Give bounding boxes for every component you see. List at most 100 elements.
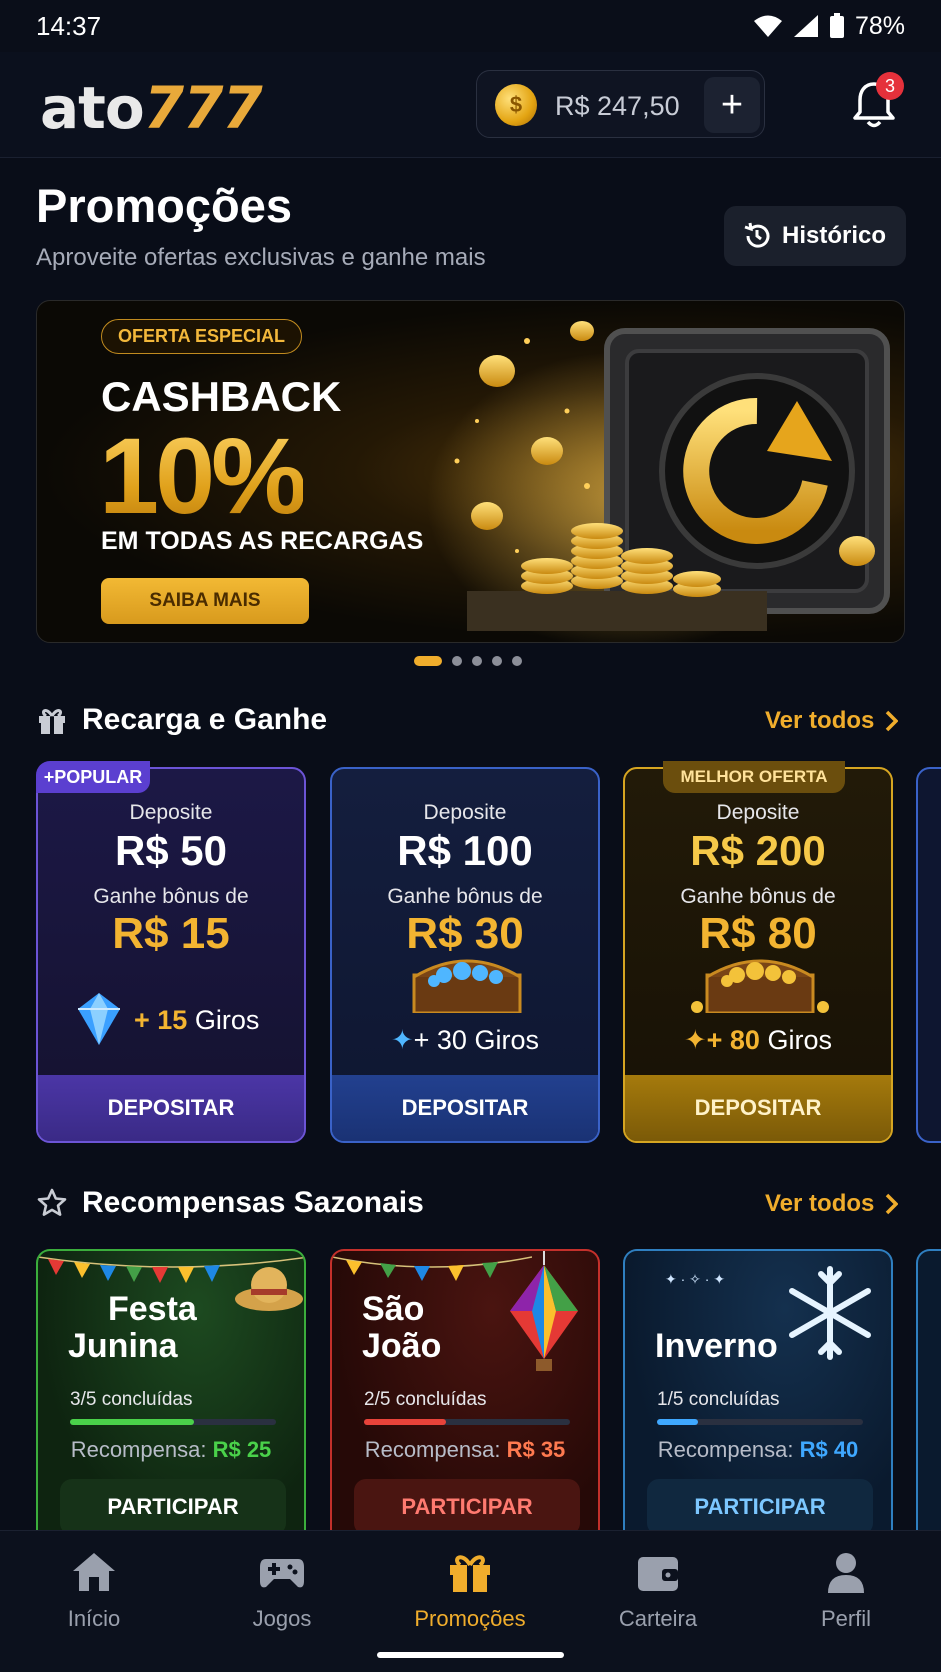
progress-fill: [70, 1419, 194, 1425]
participate-button[interactable]: PARTICIPAR: [354, 1479, 580, 1535]
recharge-see-all[interactable]: Ver todos: [765, 707, 899, 735]
deposit-amount: R$ 50: [114, 827, 228, 874]
seasonal-title-line2: João: [362, 1327, 442, 1365]
add-funds-button[interactable]: +: [704, 77, 760, 133]
lantern-icon: [510, 1251, 578, 1371]
deposit-button[interactable]: DEPOSITAR: [38, 1075, 304, 1141]
status-bar: 14:37 78%: [0, 0, 941, 52]
seasonal-card[interactable]: ✦ · ✧ · ✦ Inverno 1/5 concluídas Recompe…: [623, 1249, 893, 1539]
deposit-card[interactable]: Deposite R$ 50 Ganhe bônus de R$ 15 + 15…: [36, 767, 306, 1143]
balance-widget[interactable]: $ R$ 247,50 +: [476, 70, 765, 138]
home-indicator[interactable]: [377, 1652, 564, 1658]
home-icon: [73, 1553, 115, 1591]
vault-illustration: [427, 321, 890, 642]
chevron-right-icon: [886, 1193, 899, 1215]
gift-icon: [450, 1555, 490, 1592]
history-icon: [744, 222, 770, 248]
recharge-section-title: Recarga e Ganhe: [82, 703, 328, 736]
progress-bar: [364, 1419, 570, 1425]
spins-count: + 80: [706, 1025, 760, 1055]
nav-item-carteira[interactable]: Carteira: [578, 1551, 738, 1632]
reward-label: Recompensa:: [364, 1437, 501, 1462]
reward-text: Recompensa: R$ 25: [38, 1437, 304, 1463]
reward-text: Recompensa: R$ 40: [625, 1437, 891, 1463]
banner-percent: 10%: [99, 415, 307, 536]
signal-icon: [793, 15, 818, 37]
spins-word: Giros: [194, 1005, 260, 1035]
status-icons: 78%: [753, 12, 905, 41]
logo-text: ato: [40, 74, 145, 142]
carousel-dot[interactable]: [492, 656, 502, 666]
balance-amount: R$ 247,50: [555, 91, 680, 121]
snowflake-icon: [789, 1266, 871, 1360]
promo-banner[interactable]: OFERTA ESPECIAL CASHBACK 10% EM TODAS AS…: [36, 300, 905, 643]
app-header: ato777 $ R$ 247,50 +: [0, 52, 941, 158]
offer-tag: OFERTA ESPECIAL: [101, 319, 303, 354]
nav-item-perfil[interactable]: Perfil: [766, 1551, 926, 1632]
carousel-dot[interactable]: [512, 656, 522, 666]
nav-item-promocoes[interactable]: Promoções: [390, 1551, 550, 1632]
spark-icon: ✦: [391, 1025, 414, 1055]
coin-icon: $: [495, 84, 537, 126]
progress-text: 3/5 concluídas: [70, 1389, 193, 1410]
page-subtitle: Aproveite ofertas exclusivas e ganhe mai…: [36, 244, 486, 271]
gamepad-icon: [260, 1559, 304, 1588]
deposit-card[interactable]: Deposite R$ 100 Ganhe bônus de R$ 30 ✦+ …: [330, 767, 600, 1143]
reward-label: Recompensa:: [657, 1437, 794, 1462]
progress-fill: [657, 1419, 699, 1425]
seasonal-title-line2: Inverno: [655, 1327, 778, 1365]
page-title: Promoções: [36, 179, 292, 232]
seasonal-card[interactable]: São João 2/5 concluídas Recompensa: R$ 3…: [330, 1249, 600, 1539]
recharge-section-header: Recarga e Ganhe: [36, 703, 327, 737]
straw-hat-icon: [235, 1267, 303, 1311]
bottom-navigation: Início Jogos Promoções Carteira Perfil: [0, 1530, 941, 1672]
deposit-card-partial[interactable]: [916, 767, 941, 1143]
spins-word: Giros: [474, 1025, 539, 1055]
spins-text: ✦+ 80 Giros: [625, 1025, 891, 1056]
popular-tag: +POPULAR: [36, 761, 150, 793]
spins-word: Giros: [767, 1025, 832, 1055]
history-label: Histórico: [782, 222, 887, 249]
carousel-dot[interactable]: [452, 656, 462, 666]
nav-item-jogos[interactable]: Jogos: [202, 1551, 362, 1632]
wifi-icon: [753, 15, 782, 37]
nav-label: Início: [67, 1606, 121, 1631]
chevron-right-icon: [886, 710, 899, 732]
seasonal-title-line1: São: [362, 1290, 425, 1328]
gold-chest-icon: [691, 959, 829, 1013]
seasonal-title-line1: Festa: [108, 1290, 197, 1328]
spins-count: + 30: [413, 1025, 467, 1055]
carousel-dot[interactable]: [414, 656, 442, 666]
bunting-icon: [332, 1256, 532, 1281]
bonus-label: Ganhe bônus de: [680, 885, 836, 908]
carousel-dot[interactable]: [472, 656, 482, 666]
battery-percent: 78%: [854, 11, 905, 40]
seasonal-title-line1: [655, 1291, 778, 1328]
progress-fill: [364, 1419, 447, 1425]
nav-label: Carteira: [618, 1606, 698, 1631]
seasonal-title: Festa Junina: [68, 1291, 197, 1365]
logo-number: 777: [143, 74, 263, 142]
participate-button[interactable]: PARTICIPAR: [647, 1479, 873, 1535]
participate-button[interactable]: PARTICIPAR: [60, 1479, 286, 1535]
deposit-amount: R$ 100: [397, 827, 533, 874]
spark-icon: ✦: [684, 1025, 707, 1055]
deposit-card[interactable]: Deposite R$ 200 Ganhe bônus de R$ 80 ✦+ …: [623, 767, 893, 1143]
spins-count: + 15: [134, 1005, 188, 1035]
notification-badge: 3: [876, 72, 904, 100]
app-logo[interactable]: ato777: [40, 74, 263, 142]
history-button[interactable]: Histórico: [724, 206, 906, 266]
seasonal-card-partial[interactable]: [916, 1249, 941, 1539]
nav-item-inicio[interactable]: Início: [14, 1551, 174, 1632]
spins-text: ✦+ 30 Giros: [332, 1025, 598, 1056]
seasonal-title-line2: Junina: [68, 1327, 178, 1365]
learn-more-button[interactable]: SAIBA MAIS: [101, 578, 309, 624]
deposit-button[interactable]: DEPOSITAR: [332, 1075, 598, 1141]
diamond-icon: [78, 993, 120, 1045]
bonus-amount: R$ 15: [112, 909, 230, 958]
deposit-button[interactable]: DEPOSITAR: [625, 1075, 891, 1141]
status-time: 14:37: [36, 10, 102, 41]
seasonal-see-all[interactable]: Ver todos: [765, 1190, 899, 1218]
seasonal-card[interactable]: Festa Junina 3/5 concluídas Recompensa: …: [36, 1249, 306, 1539]
bonus-amount: R$ 80: [699, 909, 817, 958]
